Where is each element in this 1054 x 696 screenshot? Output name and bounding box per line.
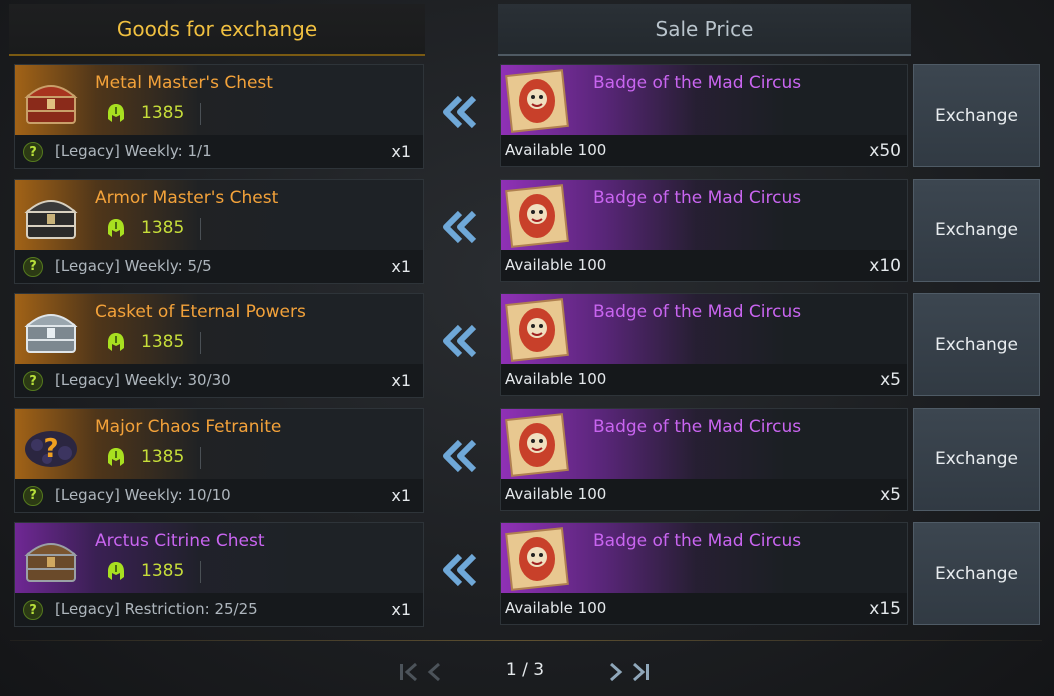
- exchange-button[interactable]: Exchange: [913, 407, 1040, 511]
- chaos-fetranite-icon: ?: [21, 415, 81, 475]
- first-page-icon[interactable]: [398, 656, 420, 688]
- available-count: Available 100: [505, 255, 607, 274]
- goods-item-card[interactable]: Armor Master's Chest 1385 ? [Legacy] Wee…: [14, 178, 424, 284]
- help-icon[interactable]: ?: [23, 485, 43, 506]
- item-price: 1385: [141, 446, 185, 467]
- mad-circus-badge-icon: [505, 298, 569, 362]
- badge-name: Badge of the Mad Circus: [593, 531, 802, 551]
- help-icon[interactable]: ?: [23, 256, 43, 277]
- exchange-row: Armor Master's Chest 1385 ? [Legacy] Wee…: [0, 178, 1054, 285]
- helmet-currency-icon: [107, 103, 125, 123]
- exchange-arrows-icon: [440, 552, 480, 588]
- silver-casket-icon: [21, 300, 81, 360]
- cost-quantity: x5: [880, 484, 901, 505]
- exchange-button[interactable]: Exchange: [913, 64, 1040, 167]
- mad-circus-badge-icon: [505, 183, 569, 248]
- helmet-currency-icon: [107, 332, 125, 352]
- price-separator: [200, 103, 201, 125]
- help-icon[interactable]: ?: [23, 142, 43, 162]
- exchange-button[interactable]: Exchange: [913, 293, 1040, 396]
- exchange-arrows-icon: [440, 94, 480, 130]
- item-price: 1385: [141, 332, 185, 352]
- available-count: Available 100: [505, 599, 607, 617]
- goods-item-card[interactable]: Metal Master's Chest 1385 ? [Legacy] Wee…: [14, 64, 424, 169]
- item-quantity: x1: [391, 256, 411, 276]
- cost-quantity: x5: [880, 370, 901, 390]
- exchange-row: ? Major Chaos Fetranite 1385 ? [Legacy] …: [0, 407, 1054, 514]
- item-price: 1385: [141, 217, 185, 238]
- badge-name: Badge of the Mad Circus: [593, 187, 802, 208]
- svg-text:?: ?: [43, 434, 58, 464]
- sale-price-card[interactable]: Badge of the Mad Circus Available 100 x1…: [500, 178, 908, 282]
- item-name: Major Chaos Fetranite: [95, 416, 282, 437]
- badge-name: Badge of the Mad Circus: [593, 73, 802, 93]
- page-indicator: 1 / 3: [505, 660, 545, 680]
- exchange-row: Casket of Eternal Powers 1385 ? [Legacy]…: [0, 293, 1054, 399]
- item-quantity: x1: [391, 142, 411, 161]
- item-price: 1385: [141, 561, 185, 581]
- red-chest-icon: [21, 71, 81, 131]
- purchase-limit: [Legacy] Weekly: 30/30: [55, 371, 231, 389]
- price-separator: [200, 561, 201, 583]
- helmet-currency-icon: [107, 561, 125, 581]
- exchange-button[interactable]: Exchange: [913, 522, 1040, 625]
- cost-quantity: x50: [869, 141, 901, 161]
- badge-name: Badge of the Mad Circus: [593, 416, 802, 437]
- price-separator: [200, 332, 201, 354]
- item-quantity: x1: [391, 485, 411, 505]
- next-page-icon[interactable]: [606, 656, 626, 688]
- item-quantity: x1: [391, 600, 411, 619]
- help-icon[interactable]: ?: [23, 600, 43, 620]
- helmet-currency-icon: [107, 218, 125, 238]
- purchase-limit: [Legacy] Weekly: 1/1: [55, 142, 212, 160]
- available-count: Available 100: [505, 484, 607, 503]
- item-name: Armor Master's Chest: [95, 187, 279, 208]
- dark-chest-icon: [21, 186, 81, 246]
- prev-page-icon[interactable]: [424, 656, 444, 688]
- item-name: Metal Master's Chest: [95, 73, 273, 93]
- price-separator: [200, 217, 201, 240]
- item-price: 1385: [141, 103, 185, 123]
- item-name: Arctus Citrine Chest: [95, 531, 265, 551]
- last-page-icon[interactable]: [630, 656, 652, 688]
- goods-header: Goods for exchange: [9, 4, 425, 56]
- exchange-row: Metal Master's Chest 1385 ? [Legacy] Wee…: [0, 64, 1054, 170]
- available-count: Available 100: [505, 370, 607, 388]
- purchase-limit: [Legacy] Weekly: 10/10: [55, 485, 231, 504]
- exchange-button[interactable]: Exchange: [913, 178, 1040, 282]
- sale-price-card[interactable]: Badge of the Mad Circus Available 100 x5: [500, 293, 908, 396]
- purchase-limit: [Legacy] Restriction: 25/25: [55, 600, 258, 618]
- cost-quantity: x15: [869, 599, 901, 619]
- sale-price-card[interactable]: Badge of the Mad Circus Available 100 x1…: [500, 522, 908, 625]
- cost-quantity: x10: [869, 255, 901, 276]
- exchange-row: Arctus Citrine Chest 1385 ? [Legacy] Res…: [0, 522, 1054, 628]
- exchange-arrows-icon: [440, 209, 480, 245]
- item-quantity: x1: [391, 371, 411, 390]
- bronze-chest-icon: [21, 529, 81, 589]
- mad-circus-badge-icon: [505, 412, 569, 477]
- mad-circus-badge-icon: [505, 527, 569, 591]
- sale-price-card[interactable]: Badge of the Mad Circus Available 100 x5: [500, 407, 908, 511]
- price-separator: [200, 446, 201, 469]
- footer-divider: [10, 640, 1042, 641]
- exchange-arrows-icon: [440, 323, 480, 359]
- badge-name: Badge of the Mad Circus: [593, 302, 802, 322]
- mad-circus-badge-icon: [505, 69, 569, 133]
- item-name: Casket of Eternal Powers: [95, 302, 306, 322]
- sale-price-card[interactable]: Badge of the Mad Circus Available 100 x5…: [500, 64, 908, 167]
- goods-item-card[interactable]: Casket of Eternal Powers 1385 ? [Legacy]…: [14, 293, 424, 398]
- goods-item-card[interactable]: Arctus Citrine Chest 1385 ? [Legacy] Res…: [14, 522, 424, 627]
- sale-price-header: Sale Price: [498, 4, 911, 56]
- purchase-limit: [Legacy] Weekly: 5/5: [55, 256, 212, 275]
- help-icon[interactable]: ?: [23, 371, 43, 391]
- helmet-currency-icon: [107, 447, 125, 467]
- goods-item-card[interactable]: ? Major Chaos Fetranite 1385 ? [Legacy] …: [14, 407, 424, 513]
- exchange-arrows-icon: [440, 438, 480, 474]
- available-count: Available 100: [505, 141, 607, 159]
